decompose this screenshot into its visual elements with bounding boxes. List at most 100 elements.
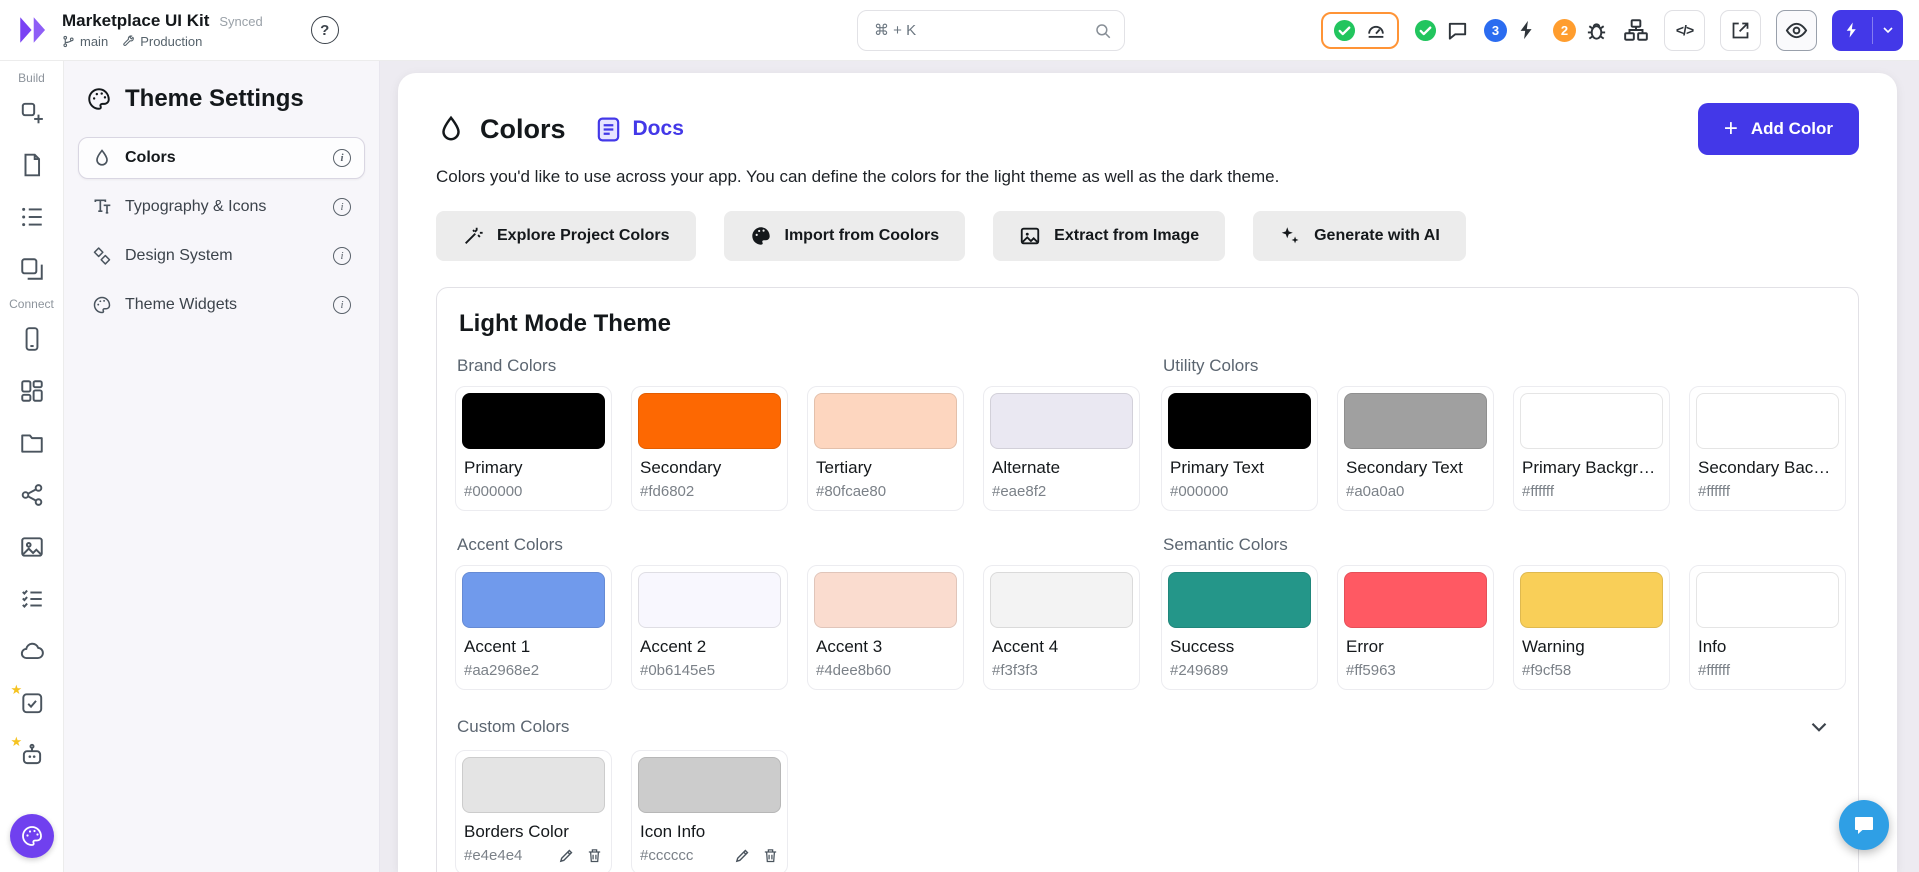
image-icon[interactable] <box>19 534 45 560</box>
add-color-button[interactable]: + Add Color <box>1698 103 1859 155</box>
plus-square-icon[interactable] <box>19 100 45 126</box>
sidebar-item-design-system[interactable]: Design System i <box>78 235 365 277</box>
color-swatch-card[interactable]: Alternate#eae8f2 <box>983 386 1140 511</box>
color-swatch[interactable] <box>1168 393 1311 449</box>
checkbox-star-icon[interactable]: ★ <box>19 690 45 716</box>
color-swatch-card[interactable]: Tertiary#80fcae80 <box>807 386 964 511</box>
color-swatch-card[interactable]: Accent 4#f3f3f3 <box>983 565 1140 690</box>
color-swatch-card[interactable]: Accent 3#4dee8b60 <box>807 565 964 690</box>
nodes-icon[interactable] <box>19 482 45 508</box>
color-swatch[interactable] <box>1344 572 1487 628</box>
sidebar-item-colors[interactable]: Colors i <box>78 137 365 179</box>
explore-project-colors-button[interactable]: Explore Project Colors <box>436 211 696 261</box>
run-options-dropdown[interactable] <box>1873 10 1903 51</box>
color-swatch-card[interactable]: Icon Info#cccccc <box>631 750 788 872</box>
color-swatch-card[interactable]: Error#ff5963 <box>1337 565 1494 690</box>
color-swatch[interactable] <box>462 393 605 449</box>
command-search[interactable] <box>857 10 1125 51</box>
color-swatch[interactable] <box>814 393 957 449</box>
color-swatch[interactable] <box>1344 393 1487 449</box>
wrench-icon <box>122 35 135 48</box>
info-icon[interactable]: i <box>333 198 351 216</box>
checklist-icon[interactable] <box>19 586 45 612</box>
color-name: Icon Info <box>640 822 779 842</box>
actions-status[interactable]: 3 <box>1484 19 1538 42</box>
edit-color-icon[interactable] <box>558 847 575 864</box>
document-icon[interactable] <box>19 152 45 178</box>
docs-link[interactable]: Docs <box>594 115 684 144</box>
developer-menu-button[interactable]: </> <box>1664 10 1705 51</box>
color-swatch-card[interactable]: Success#249689 <box>1161 565 1318 690</box>
app-logo-icon[interactable] <box>16 13 50 47</box>
typography-icon <box>92 197 112 217</box>
color-swatch-card[interactable]: Info#ffffff <box>1689 565 1846 690</box>
branch-icon <box>62 35 75 48</box>
swatch-actions <box>734 847 779 864</box>
page-title: Colors <box>480 114 566 145</box>
color-swatch[interactable] <box>638 757 781 813</box>
color-swatch[interactable] <box>1696 572 1839 628</box>
extract-from-image-button[interactable]: Extract from Image <box>993 211 1225 261</box>
color-swatch-card[interactable]: Secondary Backgr...#ffffff <box>1689 386 1846 511</box>
color-swatch-card[interactable]: Accent 2#0b6145e5 <box>631 565 788 690</box>
help-button[interactable]: ? <box>311 16 339 44</box>
color-swatch[interactable] <box>1168 572 1311 628</box>
color-swatch[interactable] <box>638 393 781 449</box>
robot-star-icon[interactable]: ★ <box>19 742 45 768</box>
color-swatch-card[interactable]: Primary#000000 <box>455 386 612 511</box>
preview-button[interactable] <box>1776 10 1817 51</box>
sync-status: Synced <box>219 14 262 29</box>
color-swatch-card[interactable]: Primary Text#000000 <box>1161 386 1318 511</box>
dashboard-icon[interactable] <box>19 378 45 404</box>
color-swatch[interactable] <box>814 572 957 628</box>
support-chat-button[interactable] <box>1839 800 1889 850</box>
copy-icon[interactable] <box>19 256 45 282</box>
readiness-status-pill[interactable] <box>1321 12 1399 49</box>
list-icon[interactable] <box>19 204 45 230</box>
generate-with-ai-button[interactable]: Generate with AI <box>1253 211 1466 261</box>
search-input[interactable] <box>874 22 1094 39</box>
color-swatch[interactable] <box>990 393 1133 449</box>
color-swatch[interactable] <box>990 572 1133 628</box>
edit-color-icon[interactable] <box>734 847 751 864</box>
comments-status[interactable] <box>1414 19 1469 42</box>
color-swatch[interactable] <box>638 572 781 628</box>
color-swatch[interactable] <box>462 572 605 628</box>
theme-settings-active-button[interactable] <box>10 814 54 858</box>
main-area: Colors Docs + Add Color Colors you'd lik… <box>380 61 1919 872</box>
delete-color-icon[interactable] <box>762 847 779 864</box>
branch-selector[interactable]: main <box>62 34 108 49</box>
color-swatch[interactable] <box>1520 393 1663 449</box>
smartphone-icon[interactable] <box>19 326 45 352</box>
color-swatch-card[interactable]: Secondary Text#a0a0a0 <box>1337 386 1494 511</box>
custom-colors-collapse-chevron[interactable] <box>1806 714 1832 740</box>
color-swatch-card[interactable]: Accent 1#aa2968e2 <box>455 565 612 690</box>
diamonds-icon <box>92 246 112 266</box>
color-name: Secondary Backgr... <box>1698 458 1837 478</box>
sidebar-item-typography-icons[interactable]: Typography & Icons i <box>78 186 365 228</box>
color-group-custom: Custom Colors Borders Color#e4e4e4Icon I… <box>455 714 1846 872</box>
info-icon[interactable]: i <box>333 296 351 314</box>
color-swatch[interactable] <box>1696 393 1839 449</box>
cloud-icon[interactable] <box>19 638 45 664</box>
color-swatch-card[interactable]: Borders Color#e4e4e4 <box>455 750 612 872</box>
top-bar-actions: 3 2 </> <box>1321 10 1903 51</box>
issues-status[interactable]: 2 <box>1553 19 1608 42</box>
info-icon[interactable]: i <box>333 149 351 167</box>
environment-selector[interactable]: Production <box>122 34 202 49</box>
sidebar-item-theme-widgets[interactable]: Theme Widgets i <box>78 284 365 326</box>
color-swatch-card[interactable]: Warning#f9cf58 <box>1513 565 1670 690</box>
delete-color-icon[interactable] <box>586 847 603 864</box>
folder-icon[interactable] <box>19 430 45 456</box>
run-button[interactable] <box>1832 10 1872 51</box>
color-name: Secondary Text <box>1346 458 1485 478</box>
color-swatch[interactable] <box>462 757 605 813</box>
info-icon[interactable]: i <box>333 247 351 265</box>
color-hex: #e4e4e4 <box>464 847 522 864</box>
share-button[interactable] <box>1720 10 1761 51</box>
color-swatch-card[interactable]: Primary Backgrou...#ffffff <box>1513 386 1670 511</box>
color-swatch[interactable] <box>1520 572 1663 628</box>
import-from-coolors-button[interactable]: Import from Coolors <box>724 211 966 261</box>
color-swatch-card[interactable]: Secondary#fd6802 <box>631 386 788 511</box>
widget-tree-icon[interactable] <box>1623 17 1649 43</box>
